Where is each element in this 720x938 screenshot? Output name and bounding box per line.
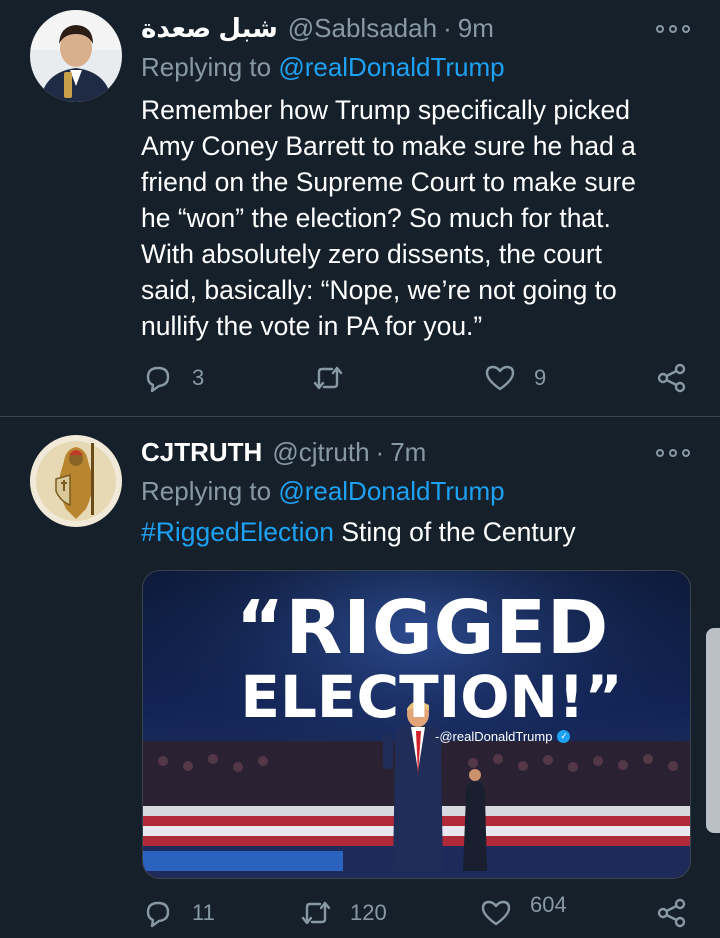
- tweet-text-line: friend on the Supreme Court to make sure: [141, 167, 636, 197]
- tweet-text-line: nullify the vote in PA for you.”: [141, 311, 483, 341]
- timestamp[interactable]: 7m: [390, 437, 426, 468]
- reply-button[interactable]: 11: [142, 897, 215, 929]
- avatar[interactable]: [30, 10, 122, 102]
- verified-badge-icon: ✓: [557, 730, 571, 743]
- display-name[interactable]: CJTRUTH: [141, 437, 262, 468]
- like-button[interactable]: 604: [480, 892, 567, 929]
- retweet-button[interactable]: [312, 362, 362, 394]
- more-options-icon[interactable]: [656, 22, 690, 36]
- hashtag-link[interactable]: #RiggedElection: [141, 517, 334, 547]
- display-name[interactable]: شبل صعدة: [141, 13, 278, 44]
- reply-count: 11: [192, 900, 215, 925]
- replying-mention-link[interactable]: @realDonaldTrump: [278, 52, 504, 82]
- like-count: 9: [534, 365, 547, 390]
- retweet-icon: [301, 901, 331, 925]
- share-button[interactable]: [656, 897, 688, 929]
- share-button[interactable]: [656, 362, 688, 394]
- media-credit: -@realDonaldTrump ✓: [435, 729, 571, 744]
- like-button[interactable]: 9: [484, 362, 546, 394]
- separator-dot: ·: [443, 12, 452, 43]
- reply-icon: [146, 901, 170, 928]
- more-options-icon[interactable]: [656, 446, 690, 460]
- user-handle[interactable]: @cjtruth: [272, 437, 369, 468]
- retweet-count: 120: [350, 900, 387, 925]
- separator-dot: ·: [375, 436, 385, 467]
- tweet-header: شبل صعدة @Sablsadah · 9m: [141, 10, 494, 46]
- tweet-text: Remember how Trump specifically picked A…: [141, 92, 681, 344]
- tweet-actions: 3 9: [0, 360, 720, 400]
- retweet-button[interactable]: 120: [300, 897, 387, 929]
- reply-count: 3: [192, 365, 205, 390]
- media-credit-text: -@realDonaldTrump: [435, 729, 553, 744]
- tweet-text-line: said, basically: “Nope, we’re not going …: [141, 275, 617, 305]
- tweet-actions: 11 120 604: [0, 892, 720, 935]
- timestamp[interactable]: 9m: [458, 13, 494, 44]
- share-icon: [657, 363, 686, 393]
- heart-icon: [481, 900, 511, 926]
- user-handle[interactable]: @Sablsadah: [288, 13, 437, 44]
- media-headline: “RIGGED ELECTION!”: [143, 589, 690, 727]
- scrollbar-handle[interactable]: [706, 628, 720, 833]
- tweet-text-content: Sting of the Century: [334, 517, 576, 547]
- replying-to: Replying to @realDonaldTrump: [141, 52, 505, 83]
- replying-label: Replying to: [141, 476, 272, 506]
- share-icon: [657, 898, 686, 928]
- tweet-text-line: Amy Coney Barrett to make sure he had a: [141, 131, 636, 161]
- replying-label: Replying to: [141, 52, 272, 82]
- tweet-text-line: Remember how Trump specifically picked: [141, 95, 630, 125]
- tweet-text-line: With absolutely zero dissents, the court: [141, 239, 603, 269]
- media-headline-line1: “RIGGED: [235, 585, 610, 671]
- tweet-media-image[interactable]: “RIGGED ELECTION!” -@realDonaldTrump ✓: [142, 570, 691, 879]
- tweet-text: #RiggedElection Sting of the Century: [141, 514, 681, 550]
- reply-icon: [146, 366, 170, 393]
- tweet-1[interactable]: شبل صعدة @Sablsadah · 9m Replying to @re…: [0, 0, 720, 416]
- replying-mention-link[interactable]: @realDonaldTrump: [278, 476, 504, 506]
- retweet-icon: [313, 366, 343, 390]
- like-count: 604: [530, 892, 567, 917]
- tweet-header: CJTRUTH @cjtruth · 7m: [141, 434, 426, 470]
- avatar[interactable]: [30, 435, 122, 527]
- heart-icon: [485, 365, 515, 391]
- reply-button[interactable]: 3: [142, 362, 204, 394]
- replying-to: Replying to @realDonaldTrump: [141, 476, 505, 507]
- media-headline-line2: ELECTION!”: [240, 663, 623, 731]
- tweet-text-line: he “won” the election? So much for that.: [141, 203, 611, 233]
